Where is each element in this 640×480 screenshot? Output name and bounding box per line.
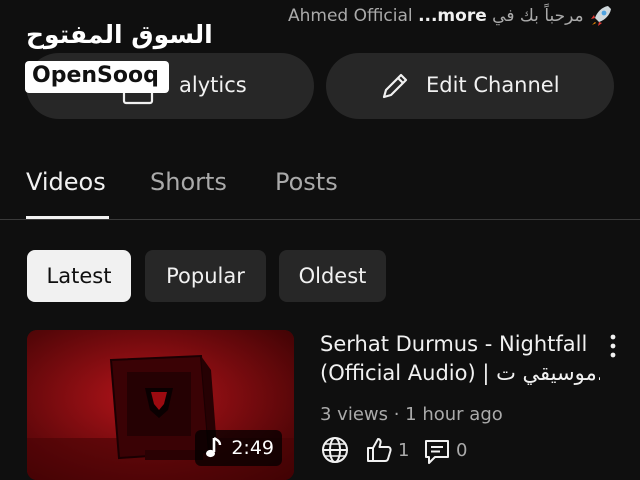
globe-icon [322, 437, 348, 463]
chip-latest[interactable]: Latest [27, 250, 131, 302]
watermark-logo: OpenSooq [25, 61, 169, 93]
more-vert-icon[interactable] [603, 333, 623, 359]
video-title-line2: (Official Audio) | موسيقي ت... [320, 361, 600, 385]
like-count: 1 [398, 440, 410, 461]
duration-text: 2:49 [231, 437, 274, 459]
edit-channel-label: Edit Channel [426, 73, 560, 97]
video-thumbnail[interactable]: 2:49 [27, 330, 294, 480]
description-name: Ahmed Official [288, 6, 413, 26]
tabs-divider [0, 219, 640, 220]
rocket-icon [591, 6, 611, 26]
chip-popular[interactable]: Popular [145, 250, 266, 302]
video-title[interactable]: Serhat Durmus - Nightfall (Official Audi… [320, 330, 600, 388]
analytics-label: alytics [179, 73, 247, 97]
video-meta: 3 views · 1 hour ago [320, 404, 503, 425]
description-greeting: مرحباً بك في [492, 6, 584, 26]
comment-count: 0 [456, 440, 468, 461]
channel-description[interactable]: Ahmed Official ...more مرحباً بك في [288, 6, 614, 32]
edit-channel-button[interactable]: Edit Channel [326, 53, 614, 119]
tab-videos[interactable]: Videos [26, 168, 106, 196]
comment-icon[interactable] [422, 436, 452, 466]
more-link[interactable]: ...more [418, 6, 487, 26]
tab-posts[interactable]: Posts [275, 168, 338, 196]
watermark-arabic-text: السوق المفتوح [26, 20, 213, 49]
pencil-icon [382, 73, 408, 99]
duration-badge: 2:49 [195, 430, 282, 466]
tab-shorts[interactable]: Shorts [150, 168, 227, 196]
watermark-latin-text: OpenSooq [32, 63, 159, 88]
thumb-up-icon[interactable] [364, 435, 394, 465]
chip-oldest[interactable]: Oldest [279, 250, 386, 302]
video-title-line1: Serhat Durmus - Nightfall [320, 332, 588, 356]
music-note-icon [206, 436, 222, 458]
